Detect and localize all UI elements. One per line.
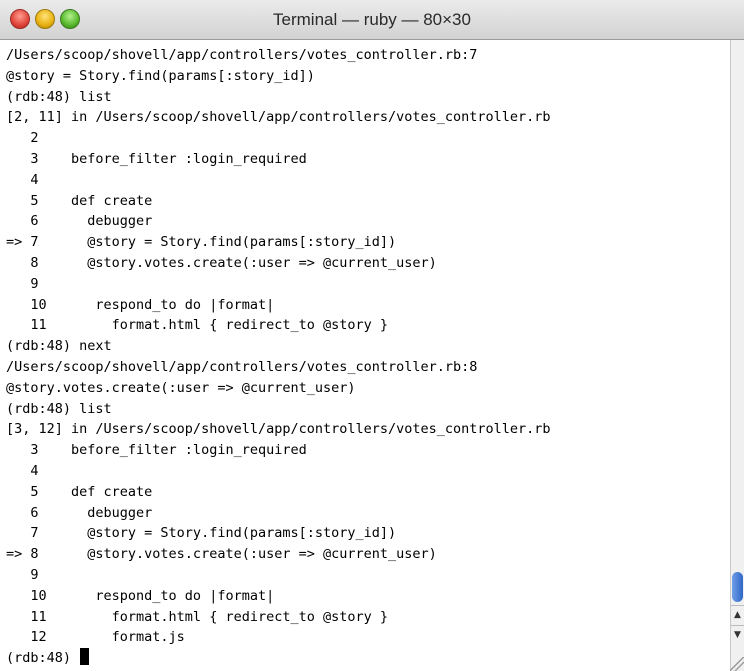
terminal-prompt: (rdb:48)	[6, 650, 80, 667]
terminal-line: 3 before_filter :login_required	[6, 150, 307, 167]
terminal-line: /Users/scoop/shovell/app/controllers/vot…	[6, 47, 478, 63]
scroll-down-arrow-icon[interactable]: ▼	[731, 625, 744, 644]
terminal-line: 12 format.js	[6, 629, 185, 646]
title-bar[interactable]: Terminal — ruby — 80×30	[0, 0, 744, 40]
terminal-line: 5 def create	[6, 192, 153, 209]
terminal-line: => 7 @story = Story.find(params[:story_i…	[6, 234, 397, 251]
terminal-line: 4	[6, 171, 39, 188]
vertical-scrollbar[interactable]: ▲ ▼	[730, 40, 744, 671]
terminal-line: (rdb:48) list	[6, 88, 112, 105]
terminal-line: @story = Story.find(params[:story_id])	[6, 67, 315, 84]
terminal-line: /Users/scoop/shovell/app/controllers/vot…	[6, 358, 478, 375]
terminal-content[interactable]: /Users/scoop/shovell/app/controllers/vot…	[0, 40, 730, 671]
terminal-line: 10 respond_to do |format|	[6, 296, 275, 313]
terminal-line: 7 @story = Story.find(params[:story_id])	[6, 525, 397, 542]
terminal-line: 8 @story.votes.create(:user => @current_…	[6, 254, 437, 271]
terminal-window: Terminal — ruby — 80×30 /Users/scoop/sho…	[0, 0, 744, 671]
scrollbar-thumb[interactable]	[732, 572, 743, 602]
terminal-line: => 8 @story.votes.create(:user => @curre…	[6, 546, 437, 563]
terminal-prompt-line[interactable]: (rdb:48)	[6, 648, 551, 669]
terminal-line: 2	[6, 130, 39, 147]
terminal-line: [2, 11] in /Users/scoop/shovell/app/cont…	[6, 109, 551, 126]
resize-grip-icon[interactable]	[730, 657, 744, 671]
terminal-line: @story.votes.create(:user => @current_us…	[6, 379, 356, 396]
scroll-up-arrow-icon[interactable]: ▲	[731, 605, 744, 624]
terminal-line: 6 debugger	[6, 504, 153, 521]
terminal-output: /Users/scoop/shovell/app/controllers/vot…	[6, 45, 551, 669]
terminal-line: 3 before_filter :login_required	[6, 442, 307, 459]
terminal-line: (rdb:48) next	[6, 338, 112, 355]
terminal-line: 5 def create	[6, 483, 153, 500]
terminal-line: 10 respond_to do |format|	[6, 587, 275, 604]
terminal-line: 9	[6, 275, 39, 292]
terminal-line: (rdb:48) list	[6, 400, 112, 417]
terminal-line: 9	[6, 566, 39, 583]
window-title: Terminal — ruby — 80×30	[273, 10, 471, 29]
terminal-line: 11 format.html { redirect_to @story }	[6, 317, 389, 334]
text-cursor	[80, 648, 90, 666]
terminal-line: 6 debugger	[6, 213, 153, 230]
terminal-line: 11 format.html { redirect_to @story }	[6, 608, 389, 625]
terminal-line: [3, 12] in /Users/scoop/shovell/app/cont…	[6, 421, 551, 438]
terminal-line: 4	[6, 462, 39, 479]
